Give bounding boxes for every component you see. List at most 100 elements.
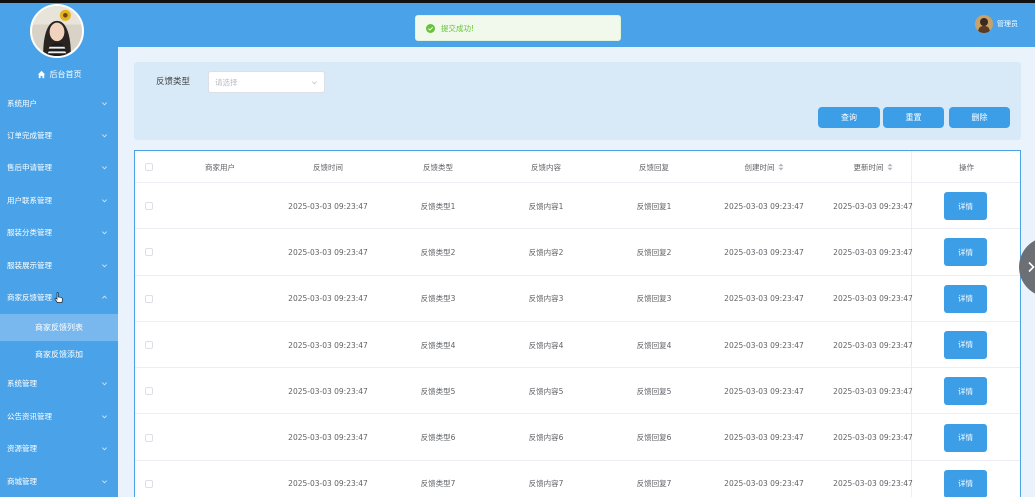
sidebar-item-user-contact[interactable]: 用户联系管理 bbox=[0, 184, 118, 216]
cell-feedback-type: 反馈类型1 bbox=[420, 201, 456, 211]
cell-feedback-type: 反馈类型7 bbox=[420, 479, 456, 489]
sidebar-item-clothing-category[interactable]: 服装分类管理 bbox=[0, 217, 118, 249]
cell-feedback-time: 2025-03-03 09:23:47 bbox=[288, 386, 368, 396]
table-row: 2025-03-03 09:23:47 反馈类型3 反馈内容3 反馈回复3 2025-0… bbox=[135, 276, 1020, 322]
sidebar-item-label: 订单完成管理 bbox=[7, 131, 52, 141]
cell-merchant-user bbox=[175, 276, 265, 322]
cell-feedback-content: 反馈内容4 bbox=[528, 340, 564, 350]
detail-button[interactable]: 详情 bbox=[944, 469, 987, 497]
select-placeholder: 请选择 bbox=[215, 77, 238, 87]
sidebar-item-mall[interactable]: 商城管理 bbox=[0, 465, 118, 497]
feedback-type-select[interactable]: 请选择 bbox=[208, 71, 325, 93]
cell-created-time: 2025-03-03 09:23:47 bbox=[724, 433, 804, 443]
cell-feedback-reply: 反馈回复6 bbox=[636, 433, 672, 443]
cell-feedback-reply: 反馈回复5 bbox=[636, 386, 672, 396]
cell-feedback-type: 反馈类型2 bbox=[420, 247, 456, 257]
row-checkbox[interactable] bbox=[145, 387, 153, 396]
chevron-down-icon bbox=[102, 166, 107, 170]
sidebar-menu: 系统用户 订单完成管理 售后申请管理 用户联系管理 服装分类管理 服装展示管理 … bbox=[0, 87, 118, 497]
window-top-edge bbox=[118, 0, 1035, 3]
success-toast: 提交成功! bbox=[415, 15, 621, 41]
feedback-type-label: 反馈类型 bbox=[156, 77, 191, 87]
query-button[interactable]: 查询 bbox=[818, 107, 880, 128]
sidebar-item-announcements[interactable]: 公告资讯管理 bbox=[0, 400, 118, 432]
sidebar-item-label: 用户联系管理 bbox=[7, 195, 52, 205]
cell-updated-time: 2025-03-03 09:23:47 bbox=[833, 479, 913, 489]
table-row: 2025-03-03 09:23:47 反馈类型4 反馈内容4 反馈回复4 2025-0… bbox=[135, 322, 1020, 369]
cell-updated-time: 2025-03-03 09:23:47 bbox=[833, 340, 913, 350]
detail-button[interactable]: 详情 bbox=[944, 423, 987, 452]
table-row: 2025-03-03 09:23:47 反馈类型6 反馈内容6 反馈回复6 2025-0… bbox=[135, 415, 1020, 461]
sidebar-item-feedback-add[interactable]: 商家反馈添加 bbox=[0, 341, 118, 368]
sidebar-item-system-management[interactable]: 系统管理 bbox=[0, 368, 118, 400]
cell-feedback-time: 2025-03-03 09:23:47 bbox=[288, 479, 368, 489]
detail-button[interactable]: 详情 bbox=[944, 330, 987, 359]
success-check-icon bbox=[426, 23, 435, 33]
sidebar-item-label: 系统管理 bbox=[7, 379, 37, 389]
chevron-down-icon bbox=[102, 102, 107, 106]
sidebar-item-label: 系统用户 bbox=[7, 98, 37, 108]
toast-message: 提交成功! bbox=[441, 23, 475, 33]
cell-feedback-time: 2025-03-03 09:23:47 bbox=[288, 340, 368, 350]
sidebar-item-label: 资源管理 bbox=[7, 444, 37, 454]
delete-button[interactable]: 删除 bbox=[949, 107, 1010, 128]
cell-feedback-content: 反馈内容5 bbox=[528, 386, 564, 396]
detail-button[interactable]: 详情 bbox=[944, 377, 987, 406]
sidebar-item-system-users[interactable]: 系统用户 bbox=[0, 87, 118, 119]
cell-feedback-reply: 反馈回复7 bbox=[636, 479, 672, 489]
sidebar-item-resources[interactable]: 资源管理 bbox=[0, 433, 118, 465]
side-panel-toggle[interactable] bbox=[1019, 237, 1035, 297]
cell-created-time: 2025-03-03 09:23:47 bbox=[724, 479, 804, 489]
chevron-down-icon bbox=[102, 263, 107, 268]
sidebar-item-label: 商家反馈管理 bbox=[7, 293, 52, 303]
chevron-right-icon bbox=[1028, 261, 1035, 273]
cell-feedback-time: 2025-03-03 09:23:47 bbox=[288, 294, 368, 304]
user-menu[interactable]: 管理员 bbox=[975, 15, 1018, 33]
chevron-down-icon bbox=[102, 231, 107, 235]
cell-created-time: 2025-03-03 09:23:47 bbox=[724, 247, 804, 257]
column-header-created-time[interactable]: 创建时间 bbox=[709, 151, 819, 183]
cell-feedback-time: 2025-03-03 09:23:47 bbox=[288, 433, 368, 443]
detail-button[interactable]: 详情 bbox=[944, 284, 987, 313]
cell-updated-time: 2025-03-03 09:23:47 bbox=[833, 433, 913, 443]
sidebar-item-label: 商家反馈添加 bbox=[35, 349, 83, 359]
sidebar-item-merchant-feedback[interactable]: 商家反馈管理 bbox=[0, 281, 118, 313]
sidebar-item-clothing-display[interactable]: 服装展示管理 bbox=[0, 249, 118, 281]
table-header: 商家用户 反馈时间 反馈类型 反馈内容 反馈回复 创建时间 更新时间 操作 bbox=[135, 151, 1020, 183]
cell-merchant-user bbox=[175, 183, 265, 229]
sidebar-avatar bbox=[30, 4, 84, 58]
sidebar-item-order-management[interactable]: 订单完成管理 bbox=[0, 119, 118, 151]
cell-feedback-time: 2025-03-03 09:23:47 bbox=[288, 247, 368, 257]
sort-icon[interactable] bbox=[887, 163, 893, 171]
column-header-feedback-type: 反馈类型 bbox=[423, 162, 453, 172]
row-checkbox[interactable] bbox=[145, 433, 153, 442]
row-checkbox[interactable] bbox=[145, 202, 153, 210]
column-header-merchant-user: 商家用户 bbox=[205, 162, 235, 172]
sidebar-item-aftersales[interactable]: 售后申请管理 bbox=[0, 152, 118, 184]
column-header-label: 更新时间 bbox=[853, 162, 884, 172]
cell-feedback-content: 反馈内容1 bbox=[528, 201, 564, 211]
cell-updated-time: 2025-03-03 09:23:47 bbox=[833, 247, 913, 257]
reset-button[interactable]: 重置 bbox=[883, 107, 944, 128]
user-avatar bbox=[975, 15, 993, 33]
cell-merchant-user bbox=[175, 368, 265, 414]
feedback-table: 商家用户 反馈时间 反馈类型 反馈内容 反馈回复 创建时间 更新时间 操作 20… bbox=[134, 150, 1021, 497]
row-checkbox[interactable] bbox=[145, 479, 153, 488]
cell-feedback-content: 反馈内容2 bbox=[528, 247, 564, 257]
row-checkbox[interactable] bbox=[145, 248, 153, 257]
sidebar-item-label: 公告资讯管理 bbox=[7, 411, 52, 421]
detail-button[interactable]: 详情 bbox=[944, 238, 987, 267]
sort-icon[interactable] bbox=[778, 163, 784, 171]
row-checkbox[interactable] bbox=[145, 340, 153, 349]
sidebar-item-label: 商城管理 bbox=[7, 476, 37, 486]
cell-feedback-reply: 反馈回复2 bbox=[636, 247, 672, 257]
sidebar-home[interactable]: 后台首页 bbox=[0, 66, 118, 82]
row-checkbox[interactable] bbox=[145, 294, 153, 303]
cell-updated-time: 2025-03-03 09:23:47 bbox=[833, 386, 913, 396]
table-row: 2025-03-03 09:23:47 反馈类型7 反馈内容7 反馈回复7 2025-0… bbox=[135, 461, 1020, 497]
sidebar-item-feedback-list[interactable]: 商家反馈列表 bbox=[0, 313, 118, 341]
column-header-feedback-content: 反馈内容 bbox=[531, 162, 561, 172]
cell-feedback-reply: 反馈回复3 bbox=[636, 294, 672, 304]
detail-button[interactable]: 详情 bbox=[944, 192, 987, 220]
select-all-checkbox[interactable] bbox=[145, 163, 153, 171]
